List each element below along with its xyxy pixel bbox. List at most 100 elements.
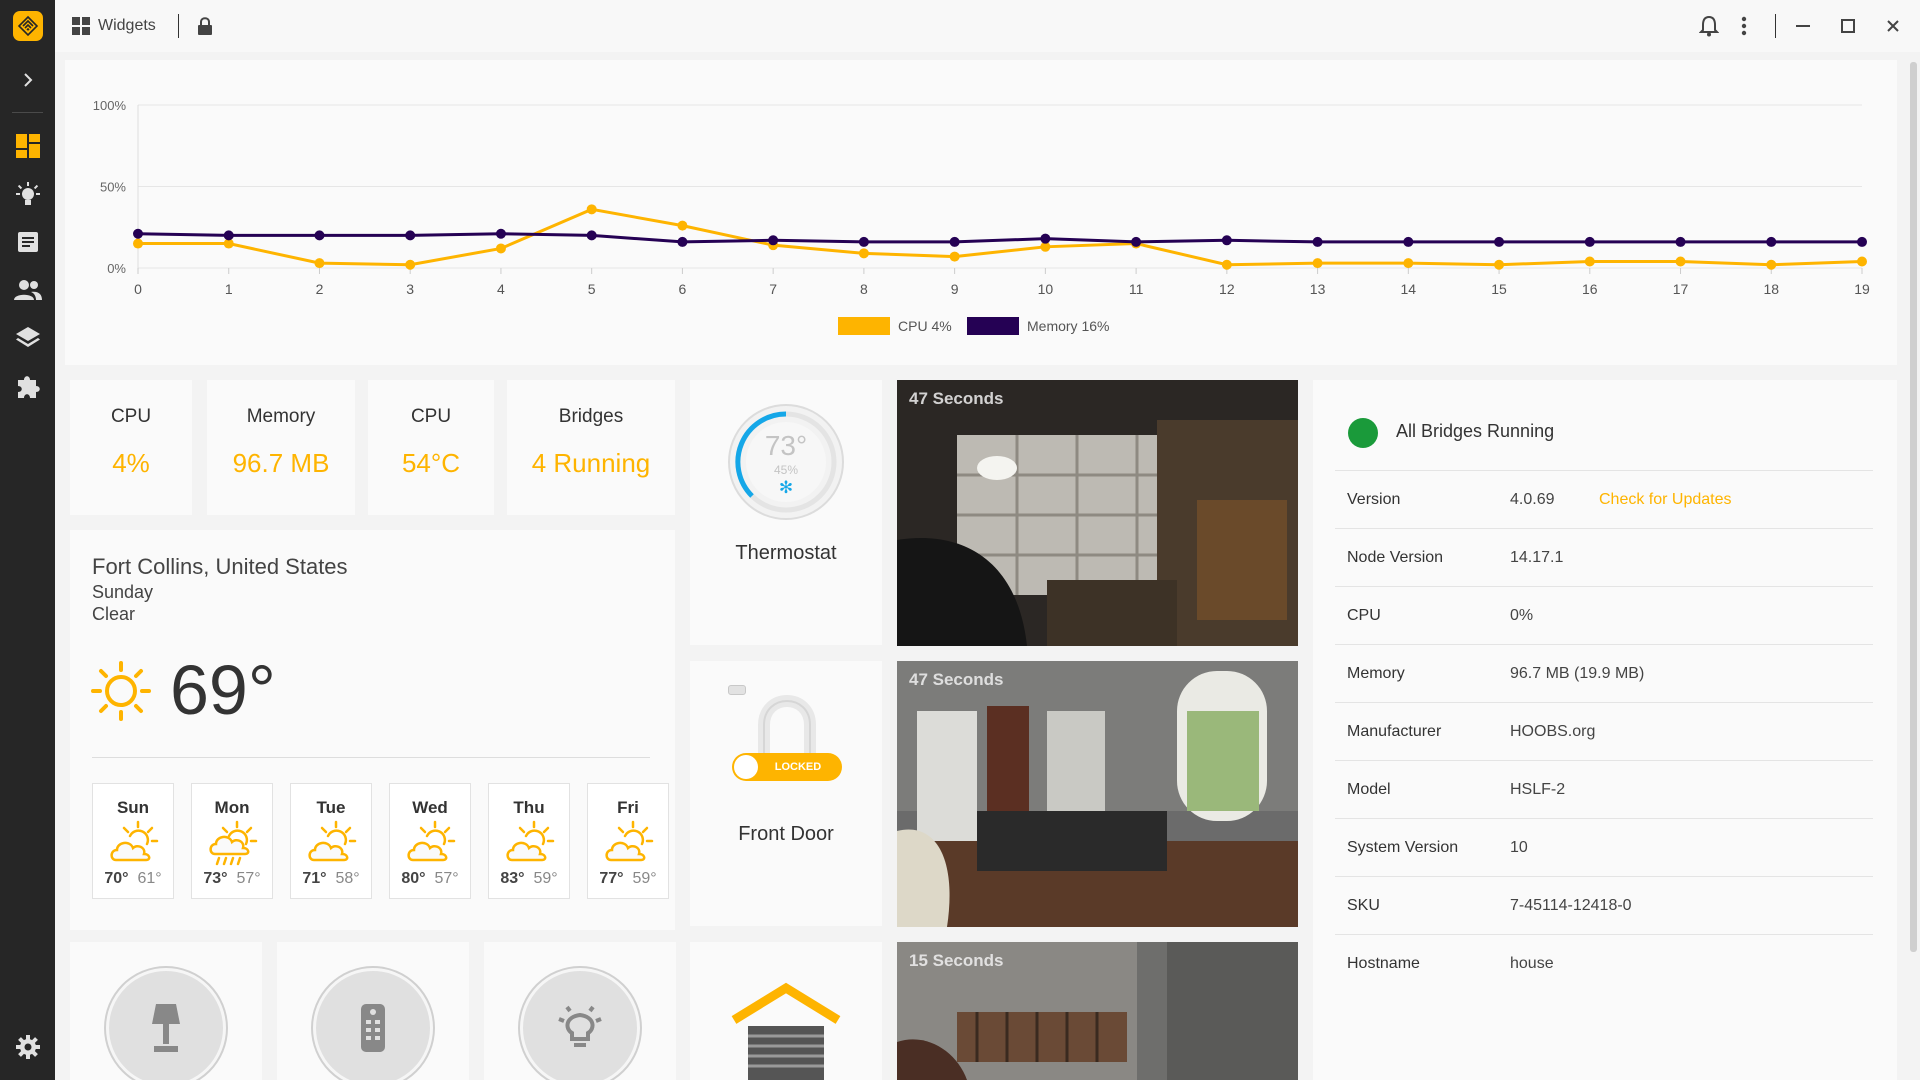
bridges-status-dot	[1348, 418, 1378, 448]
widgets-menu[interactable]: Widgets	[72, 14, 156, 38]
bridges-status: All Bridges Running	[1396, 421, 1555, 441]
info-value: 96.7 MB (19.9 MB)	[1510, 665, 1645, 682]
data-point	[1494, 236, 1505, 247]
sidebar-divider	[12, 112, 43, 113]
thermostat-card[interactable]: 73° 45% ✻ Thermostat	[690, 380, 882, 645]
x-tick-label: 9	[951, 281, 959, 297]
nav-accessories-bulb-icon[interactable]	[12, 178, 44, 210]
forecast-low: 59°	[533, 870, 558, 887]
nav-log-icon[interactable]	[12, 226, 44, 258]
info-key: System Version	[1347, 839, 1459, 856]
lamp-toggle-button[interactable]	[106, 968, 226, 1080]
info-value: 7-45114-12418-0	[1510, 897, 1632, 914]
x-tick-label: 18	[1763, 281, 1779, 297]
info-value: 0%	[1510, 607, 1534, 624]
x-tick-label: 4	[497, 281, 505, 297]
remote-card[interactable]	[277, 942, 469, 1080]
data-point	[949, 251, 960, 262]
x-tick-label: 8	[860, 281, 868, 297]
performance-chart-card: 100% 50% 0% 0 1 2 3 4 5 6 7 8 9 10 11 12 13 14 15 16 17 18 19 C…	[65, 60, 1897, 365]
nav-plugins-puzzle-icon[interactable]	[12, 370, 44, 402]
thermostat-humidity: 45%	[773, 463, 799, 477]
lock-name: Front Door	[738, 823, 834, 845]
nav-users-icon[interactable]	[12, 274, 44, 306]
sidebar	[0, 0, 55, 1080]
x-tick-label: 6	[679, 281, 687, 297]
camera-timestamp: 47 Seconds	[909, 670, 1004, 689]
data-point	[1766, 259, 1777, 270]
light-bulb-icon	[558, 1005, 602, 1047]
data-point	[1675, 236, 1686, 247]
weather-card: Fort Collins, United States Sunday Clear…	[70, 530, 675, 930]
camera-garage-feed	[897, 380, 1298, 646]
data-point	[133, 228, 143, 239]
info-row: System Version 10	[1335, 818, 1873, 876]
data-point	[1584, 256, 1595, 267]
data-point	[858, 236, 869, 247]
lock-layout-icon[interactable]	[191, 12, 219, 40]
series-line	[138, 207, 1863, 267]
forecast-temps: 77° 59°	[588, 870, 668, 888]
info-value: 4.0.69	[1510, 491, 1555, 508]
data-point	[586, 204, 597, 215]
camera-living-room-feed	[897, 661, 1298, 927]
expand-sidebar-chevron-icon[interactable]	[12, 66, 44, 94]
front-door-lock-card[interactable]: LOCKED Front Door	[690, 661, 882, 926]
lamp-card[interactable]	[70, 942, 262, 1080]
check-for-updates-link[interactable]: Check for Updates	[1599, 491, 1732, 509]
camera-hallway[interactable]: 15 Seconds	[897, 942, 1298, 1080]
info-value: HOOBS.org	[1510, 723, 1596, 740]
forecast-day-name: Wed	[412, 798, 448, 817]
close-icon[interactable]	[1879, 12, 1907, 40]
remote-toggle-button[interactable]	[313, 968, 433, 1080]
data-point	[1403, 236, 1414, 247]
data-point	[858, 248, 869, 259]
forecast-day: Fri 77° 59°	[587, 783, 669, 899]
stat-card-cpu: CPU 4%	[70, 380, 192, 515]
legend-label: CPU 4%	[898, 318, 952, 334]
weather-day: Sunday	[92, 582, 154, 602]
partly-cloudy-icon	[603, 820, 655, 866]
info-value: house	[1510, 955, 1554, 972]
x-tick-label: 3	[406, 281, 414, 297]
performance-line-chart: 100%50%0%0 1 2 3 4 5 6 7 8 9 10 11 12 13 14 15 16 17 18 19C…	[93, 98, 1870, 335]
stat-card-memory: Memory 96.7 MB	[207, 380, 355, 515]
thermostat-dial[interactable]	[726, 402, 846, 522]
lock-toggle[interactable]: LOCKED	[732, 753, 842, 781]
widgets-grid-icon	[72, 17, 90, 35]
camera-garage[interactable]: 47 Seconds	[897, 380, 1298, 646]
forecast-temps: 80° 57°	[390, 870, 470, 888]
forecast-low: 58°	[335, 870, 360, 887]
data-point	[1312, 236, 1323, 247]
data-point	[314, 258, 325, 269]
legend-label: Memory 16%	[1027, 318, 1109, 334]
page-scrollbar[interactable]	[1910, 62, 1917, 952]
info-key: SKU	[1347, 897, 1380, 914]
camera-living-room[interactable]: 47 Seconds	[897, 661, 1298, 927]
data-point	[768, 235, 779, 246]
minimize-icon[interactable]	[1789, 12, 1817, 40]
nav-bridges-layers-icon[interactable]	[12, 322, 44, 354]
info-row: CPU 0%	[1335, 586, 1873, 644]
light-card[interactable]	[484, 942, 676, 1080]
partly-cloudy-icon	[108, 820, 160, 866]
nav-dashboard-icon[interactable]	[12, 130, 44, 162]
forecast-day: Mon 73° 57°	[191, 783, 273, 899]
light-toggle-button[interactable]	[520, 968, 640, 1080]
hoobs-logo-icon[interactable]	[13, 11, 43, 41]
garage-door-card[interactable]	[690, 942, 882, 1080]
settings-gear-icon[interactable]	[12, 1031, 44, 1063]
info-key: Hostname	[1347, 955, 1420, 972]
more-options-icon[interactable]	[1730, 12, 1758, 40]
x-tick-label: 16	[1582, 281, 1598, 297]
garage-door-icon	[731, 982, 841, 1080]
maximize-icon[interactable]	[1834, 12, 1862, 40]
forecast-day: Sun 70° 61°	[92, 783, 174, 899]
system-info-card: All Bridges Running Version 4.0.69 Check f…	[1313, 380, 1897, 1080]
notifications-bell-icon[interactable]	[1695, 12, 1723, 40]
x-tick-label: 17	[1673, 281, 1689, 297]
info-row: Memory 96.7 MB (19.9 MB)	[1335, 644, 1873, 702]
stat-card-bridges: Bridges 4 Running	[507, 380, 675, 515]
lock-state: LOCKED	[774, 761, 822, 773]
stat-label: Bridges	[558, 406, 624, 427]
